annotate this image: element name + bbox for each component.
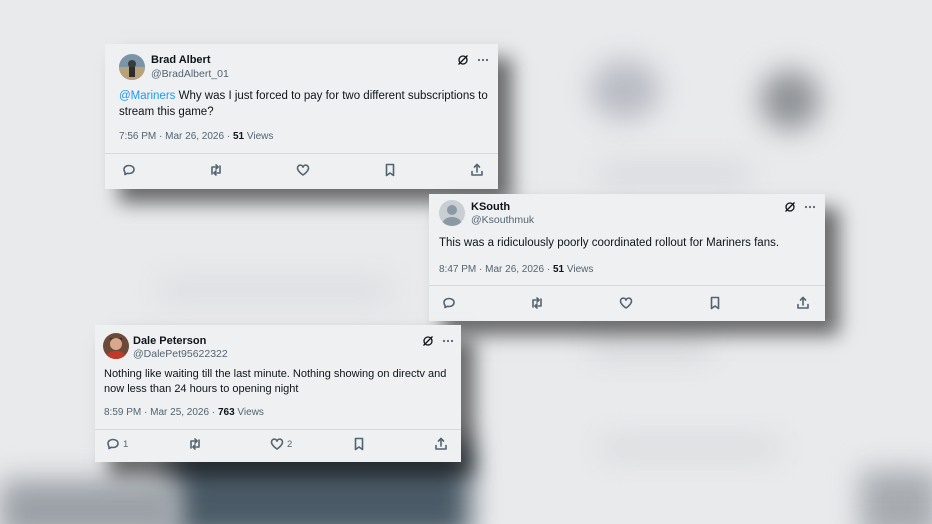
timestamp[interactable]: 8:47 PM · Mar 26, 2026 ·: [439, 264, 553, 275]
handle[interactable]: @BradAlbert_01: [151, 68, 229, 80]
bookmark-icon: [710, 296, 720, 310]
reply-icon: [443, 297, 455, 309]
tweet-meta: 7:56 PM · Mar 26, 2026 · 51 Views: [119, 131, 273, 142]
display-name[interactable]: Brad Albert: [151, 54, 211, 66]
tweet-text: @Mariners Why was I just forced to pay f…: [119, 88, 489, 120]
more-icon[interactable]: [442, 334, 454, 352]
divider: [429, 285, 825, 286]
avatar[interactable]: [439, 200, 465, 226]
action-bar: 1 2: [95, 437, 461, 457]
bookmark-button[interactable]: [352, 437, 366, 451]
like-button[interactable]: 2: [270, 437, 292, 451]
share-button[interactable]: [470, 163, 484, 177]
bookmark-button[interactable]: [383, 163, 397, 177]
display-name[interactable]: Dale Peterson: [133, 335, 206, 347]
views-label: Views: [564, 264, 594, 275]
tweet-text: Nothing like waiting till the last minut…: [104, 368, 447, 395]
tweet-meta: 8:59 PM · Mar 25, 2026 · 763 Views: [104, 407, 264, 418]
grok-icon[interactable]: [784, 200, 796, 218]
action-bar: [105, 163, 498, 183]
reply-button[interactable]: 1: [106, 437, 128, 451]
views-count: 51: [232, 131, 245, 142]
retweet-button[interactable]: [530, 296, 544, 310]
reply-button[interactable]: [122, 163, 136, 177]
reply-count: 1: [123, 438, 129, 450]
share-icon: [797, 296, 809, 309]
more-icon[interactable]: [477, 53, 489, 71]
avatar[interactable]: [103, 333, 129, 359]
bookmark-icon: [385, 163, 395, 177]
tweet-card-dale-peterson[interactable]: Dale Peterson @DalePet95622322 Nothing l…: [95, 325, 461, 462]
like-button[interactable]: [296, 163, 310, 177]
action-bar: [429, 296, 825, 316]
retweet-button[interactable]: [209, 163, 223, 177]
tweet-card-brad-albert[interactable]: Brad Albert @BradAlbert_01 @Mariners Why…: [105, 44, 498, 189]
display-name[interactable]: KSouth: [471, 201, 510, 213]
bookmark-button[interactable]: [708, 296, 722, 310]
more-icon[interactable]: [804, 200, 816, 218]
divider: [105, 153, 498, 154]
bookmark-icon: [354, 437, 364, 451]
like-count: 2: [287, 438, 293, 450]
avatar[interactable]: [119, 54, 145, 80]
like-icon: [619, 297, 633, 309]
divider: [95, 429, 461, 430]
reply-icon: [107, 438, 119, 450]
share-icon: [435, 437, 447, 450]
timestamp[interactable]: 8:59 PM · Mar 25, 2026 ·: [104, 407, 218, 418]
timestamp[interactable]: 7:56 PM · Mar 26, 2026 ·: [119, 131, 233, 142]
tweet-meta: 8:47 PM · Mar 26, 2026 · 51 Views: [439, 264, 593, 275]
grok-icon[interactable]: [457, 53, 469, 71]
retweet-icon: [190, 438, 200, 450]
reply-button[interactable]: [442, 296, 456, 310]
reply-icon: [123, 164, 135, 176]
views-count: 51: [552, 264, 565, 275]
share-icon: [471, 163, 483, 176]
share-button[interactable]: [796, 296, 810, 310]
views-label: Views: [244, 131, 274, 142]
tweet-text: This was a ridiculously poorly coordinat…: [439, 237, 780, 249]
retweet-button[interactable]: [188, 437, 202, 451]
retweet-icon: [211, 164, 221, 176]
tweet-text-content: Why was I just forced to pay for two dif…: [119, 90, 488, 118]
views-label: Views: [234, 407, 264, 418]
mention-link[interactable]: @Mariners: [119, 90, 175, 102]
like-icon: [296, 164, 310, 176]
retweet-icon: [532, 297, 542, 309]
views-count: 763: [217, 407, 235, 418]
handle[interactable]: @Ksouthmuk: [471, 214, 534, 226]
like-icon: [270, 438, 284, 450]
share-button[interactable]: [434, 437, 448, 451]
grok-icon[interactable]: [422, 334, 434, 352]
tweet-card-ksouth[interactable]: KSouth @Ksouthmuk This was a ridiculousl…: [429, 194, 825, 321]
like-button[interactable]: [619, 296, 633, 310]
handle[interactable]: @DalePet95622322: [133, 348, 228, 360]
